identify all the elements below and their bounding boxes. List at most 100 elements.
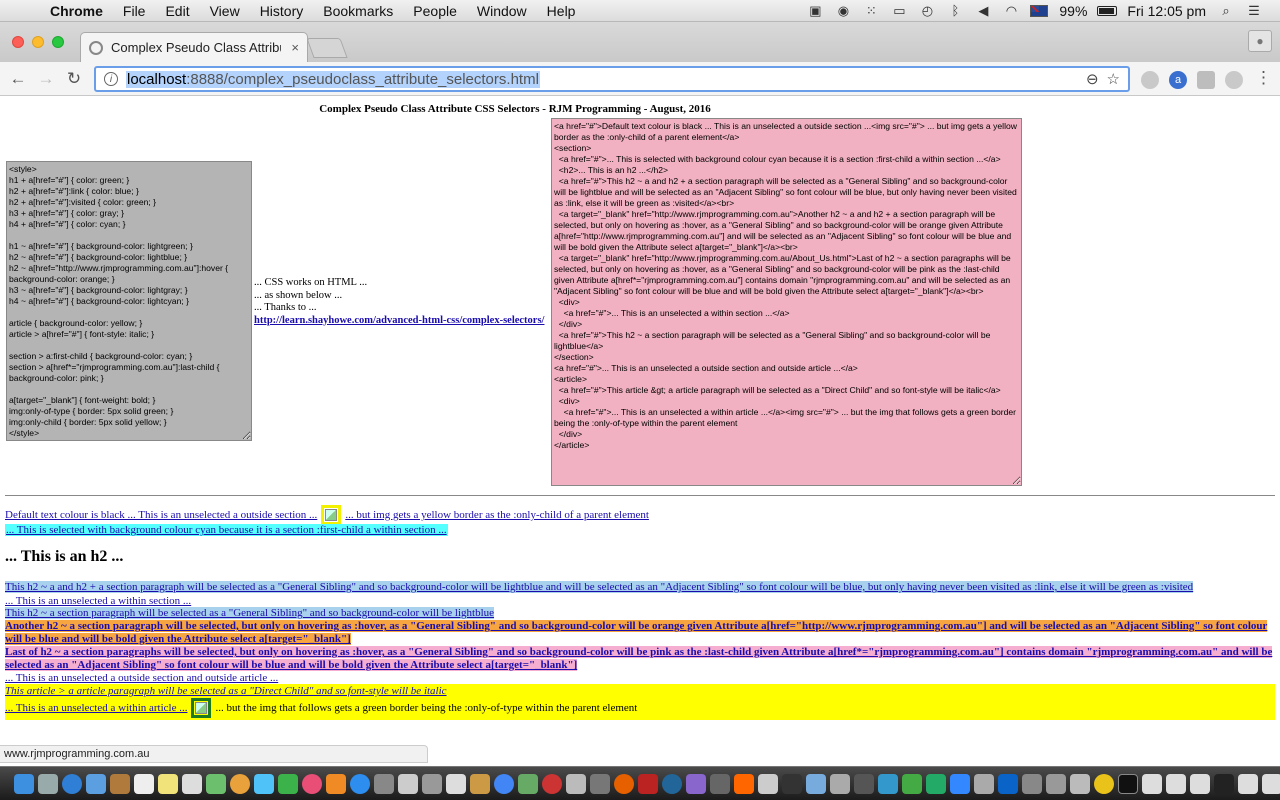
demo-link-default-tail[interactable]: ... but img gets a yellow border as the … <box>345 509 649 521</box>
menu-help[interactable]: Help <box>537 0 586 22</box>
volume-icon[interactable]: ◀ <box>972 3 994 19</box>
window-minimize-button[interactable] <box>32 36 44 48</box>
app-store-icon[interactable] <box>350 773 370 794</box>
app-icon-a[interactable] <box>518 773 538 794</box>
app-icon-b[interactable] <box>566 773 586 794</box>
tab-close-icon[interactable]: × <box>291 40 299 55</box>
menu-bookmarks[interactable]: Bookmarks <box>313 0 403 22</box>
window-thumbnail-icon[interactable] <box>1166 773 1186 794</box>
grid-status-icon[interactable]: ⁙ <box>860 3 882 19</box>
preview-icon[interactable] <box>758 773 778 794</box>
opera-icon[interactable] <box>542 773 562 794</box>
new-tab-button[interactable] <box>306 38 348 58</box>
extension-icon-2[interactable]: a <box>1169 71 1187 89</box>
demo-link-adjacent-sibling[interactable]: This h2 ~ a and h2 + a section paragraph… <box>5 581 1194 593</box>
menu-edit[interactable]: Edit <box>155 0 199 22</box>
vscode-icon[interactable] <box>998 773 1018 794</box>
app-icon-i[interactable] <box>878 773 898 794</box>
window-thumbnail-icon[interactable] <box>1190 773 1210 794</box>
menubar-clock[interactable]: Fri 12:05 pm <box>1127 3 1206 19</box>
calendar-icon[interactable] <box>134 773 154 794</box>
app-icon-j[interactable] <box>902 773 922 794</box>
notes-icon[interactable] <box>158 773 178 794</box>
browser-tab-active[interactable]: Complex Pseudo Class Attribu × <box>80 32 308 62</box>
app-icon-g[interactable] <box>830 773 850 794</box>
url-text[interactable]: localhost:8888/complex_pseudoclass_attri… <box>126 70 540 88</box>
extension-icon-4[interactable] <box>1225 71 1243 89</box>
system-preferences-icon[interactable] <box>374 773 394 794</box>
address-bar[interactable]: i localhost:8888/complex_pseudoclass_att… <box>94 66 1130 92</box>
contacts-icon[interactable] <box>110 773 130 794</box>
window-thumbnail-icon[interactable] <box>1262 773 1280 794</box>
menu-history[interactable]: History <box>250 0 314 22</box>
window-close-button[interactable] <box>12 36 24 48</box>
extension-icon-3[interactable] <box>1197 71 1215 89</box>
sync-status-icon[interactable]: ◉ <box>832 3 854 19</box>
app-icon-k[interactable] <box>926 773 946 794</box>
time-machine-icon[interactable]: ◴ <box>916 3 938 19</box>
battery-percent[interactable]: 99% <box>1059 3 1087 19</box>
demo-link-hover-orange[interactable]: Another h2 ~ a section paragraph will be… <box>5 620 1268 645</box>
menu-people[interactable]: People <box>403 0 467 22</box>
launchpad-icon[interactable] <box>38 773 58 794</box>
profile-button[interactable]: ● <box>1248 30 1272 52</box>
chrome-menu-icon[interactable]: ⋮ <box>1255 68 1272 88</box>
back-button[interactable]: ← <box>4 65 32 93</box>
menu-view[interactable]: View <box>200 0 250 22</box>
bluetooth-icon[interactable]: ᛒ <box>944 3 966 19</box>
app-icon-c[interactable] <box>590 773 610 794</box>
safari-icon[interactable] <box>62 773 82 794</box>
forward-button[interactable]: → <box>32 65 60 93</box>
ibooks-icon[interactable] <box>326 773 346 794</box>
script-icon[interactable] <box>422 773 442 794</box>
app-icon-p[interactable] <box>1070 773 1090 794</box>
window-thumbnail-icon[interactable] <box>1142 773 1162 794</box>
extension-icon-1[interactable] <box>1141 71 1159 89</box>
app-icon-l[interactable] <box>950 773 970 794</box>
finder-icon[interactable] <box>14 773 34 794</box>
demo-link-default[interactable]: Default text colour is black ... This is… <box>5 509 317 521</box>
skull-app-icon[interactable] <box>446 773 466 794</box>
site-info-icon[interactable]: i <box>104 72 118 86</box>
document-icon[interactable] <box>398 773 418 794</box>
demo-link-within-section[interactable]: ... This is an unselected a within secti… <box>5 595 191 607</box>
demo-link-first-child-cyan[interactable]: ... This is selected with background col… <box>5 524 448 536</box>
filezilla-icon[interactable] <box>638 773 658 794</box>
bookmark-star-icon[interactable]: ☆ <box>1107 70 1120 88</box>
window-thumbnail-icon[interactable] <box>1214 773 1234 794</box>
notification-center-icon[interactable]: ☰ <box>1243 3 1265 19</box>
terminal-icon[interactable] <box>1118 773 1138 794</box>
battery-icon[interactable] <box>1096 3 1118 19</box>
app-icon-m[interactable] <box>974 773 994 794</box>
app-icon-e[interactable] <box>710 773 730 794</box>
demo-link-within-article[interactable]: ... This is an unselected a within artic… <box>5 702 187 714</box>
window-zoom-button[interactable] <box>52 36 64 48</box>
app-status-icon[interactable]: ▣ <box>804 3 826 19</box>
zoom-icon[interactable]: ⊖ <box>1086 70 1099 88</box>
css-code-textarea[interactable]: <style> h1 + a[href="#"] { color: green;… <box>6 161 252 441</box>
demo-link-outside-article[interactable]: ... This is an unselected a outside sect… <box>5 672 278 684</box>
help-icon[interactable] <box>782 773 802 794</box>
reload-button[interactable]: ↻ <box>60 65 88 93</box>
facetime-icon[interactable] <box>278 773 298 794</box>
star-app-icon[interactable] <box>686 773 706 794</box>
app-icon-h[interactable] <box>854 773 874 794</box>
thanks-link[interactable]: http://learn.shayhowe.com/advanced-html-… <box>254 315 544 326</box>
app-icon-q[interactable] <box>1094 773 1114 794</box>
demo-link-general-sibling[interactable]: This h2 ~ a section paragraph will be se… <box>5 607 495 619</box>
app-icon-o[interactable] <box>1046 773 1066 794</box>
reminders-icon[interactable] <box>182 773 202 794</box>
html-code-textarea[interactable]: <a href="#">Default text colour is black… <box>551 118 1022 486</box>
demo-link-hover-pink[interactable]: Last of h2 ~ a section paragraphs will b… <box>5 646 1273 671</box>
flag-icon[interactable] <box>1028 3 1050 19</box>
messages-icon[interactable] <box>254 773 274 794</box>
photos-icon[interactable] <box>230 773 250 794</box>
vlc-icon[interactable] <box>734 773 754 794</box>
airplay-icon[interactable]: ▭ <box>888 3 910 19</box>
chrome-icon[interactable] <box>494 773 514 794</box>
maps-icon[interactable] <box>206 773 226 794</box>
menu-window[interactable]: Window <box>467 0 537 22</box>
demo-link-direct-child[interactable]: This article > a article paragraph will … <box>5 685 447 697</box>
itunes-icon[interactable] <box>302 773 322 794</box>
window-thumbnail-icon[interactable] <box>1238 773 1258 794</box>
